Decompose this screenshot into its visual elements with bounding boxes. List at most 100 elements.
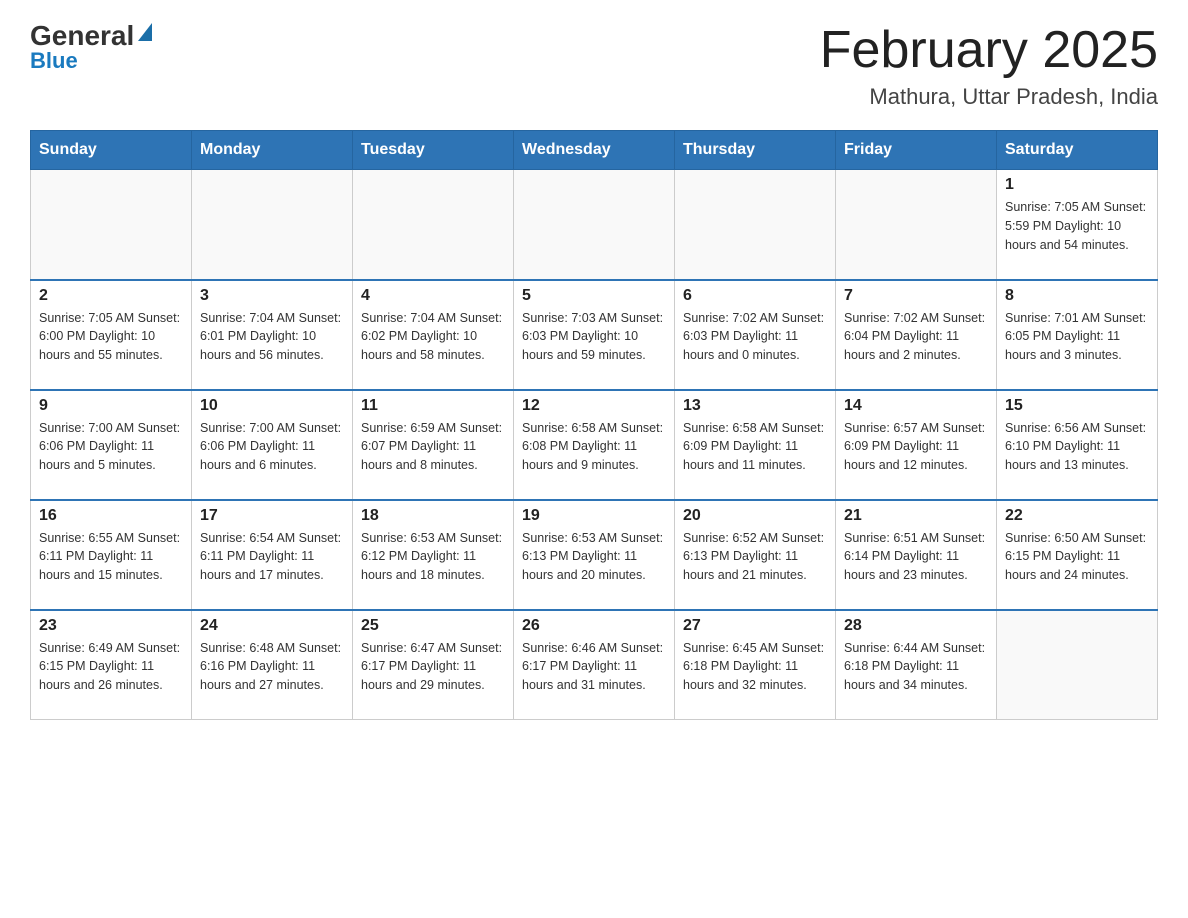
calendar-header-row: SundayMondayTuesdayWednesdayThursdayFrid… — [31, 131, 1158, 170]
day-number: 2 — [39, 287, 183, 305]
logo: General Blue — [30, 20, 152, 74]
calendar-table: SundayMondayTuesdayWednesdayThursdayFrid… — [30, 130, 1158, 720]
day-info: Sunrise: 6:45 AM Sunset: 6:18 PM Dayligh… — [683, 639, 827, 695]
day-info: Sunrise: 6:54 AM Sunset: 6:11 PM Dayligh… — [200, 529, 344, 585]
day-info: Sunrise: 6:58 AM Sunset: 6:09 PM Dayligh… — [683, 419, 827, 475]
calendar-title: February 2025 — [820, 20, 1158, 80]
calendar-cell: 17 Sunrise: 6:54 AM Sunset: 6:11 PM Dayli… — [192, 500, 353, 610]
calendar-week-row: 1 Sunrise: 7:05 AM Sunset: 5:59 PM Daylig… — [31, 170, 1158, 280]
day-number: 9 — [39, 397, 183, 415]
calendar-week-row: 2 Sunrise: 7:05 AM Sunset: 6:00 PM Daylig… — [31, 280, 1158, 390]
calendar-cell: 11Sunrise: 6:59 AM Sunset: 6:07 PM Dayli… — [353, 390, 514, 500]
calendar-week-row: 23Sunrise: 6:49 AM Sunset: 6:15 PM Dayli… — [31, 610, 1158, 720]
calendar-cell: 26 Sunrise: 6:46 AM Sunset: 6:17 PM Dayli… — [514, 610, 675, 720]
logo-blue: Blue — [30, 48, 78, 74]
day-info: Sunrise: 6:46 AM Sunset: 6:17 PM Dayligh… — [522, 639, 666, 695]
day-info: Sunrise: 7:00 AM Sunset: 6:06 PM Dayligh… — [200, 419, 344, 475]
day-info: Sunrise: 7:04 AM Sunset: 6:01 PM Dayligh… — [200, 309, 344, 365]
calendar-cell — [192, 170, 353, 280]
day-number: 24 — [200, 617, 344, 635]
calendar-header-sunday: Sunday — [31, 131, 192, 170]
calendar-cell: 5 Sunrise: 7:03 AM Sunset: 6:03 PM Daylig… — [514, 280, 675, 390]
calendar-cell: 20 Sunrise: 6:52 AM Sunset: 6:13 PM Dayli… — [675, 500, 836, 610]
day-info: Sunrise: 6:48 AM Sunset: 6:16 PM Dayligh… — [200, 639, 344, 695]
day-number: 16 — [39, 507, 183, 525]
calendar-cell: 18 Sunrise: 6:53 AM Sunset: 6:12 PM Dayli… — [353, 500, 514, 610]
calendar-cell: 12 Sunrise: 6:58 AM Sunset: 6:08 PM Dayli… — [514, 390, 675, 500]
calendar-cell: 9 Sunrise: 7:00 AM Sunset: 6:06 PM Daylig… — [31, 390, 192, 500]
calendar-cell — [997, 610, 1158, 720]
day-info: Sunrise: 6:52 AM Sunset: 6:13 PM Dayligh… — [683, 529, 827, 585]
calendar-cell — [31, 170, 192, 280]
calendar-header-wednesday: Wednesday — [514, 131, 675, 170]
day-number: 10 — [200, 397, 344, 415]
calendar-header-monday: Monday — [192, 131, 353, 170]
calendar-cell: 6 Sunrise: 7:02 AM Sunset: 6:03 PM Daylig… — [675, 280, 836, 390]
day-number: 25 — [361, 617, 505, 635]
calendar-cell: 14 Sunrise: 6:57 AM Sunset: 6:09 PM Dayli… — [836, 390, 997, 500]
day-info: Sunrise: 7:05 AM Sunset: 5:59 PM Dayligh… — [1005, 198, 1149, 254]
calendar-cell — [675, 170, 836, 280]
day-info: Sunrise: 7:02 AM Sunset: 6:03 PM Dayligh… — [683, 309, 827, 365]
day-number: 28 — [844, 617, 988, 635]
calendar-week-row: 16 Sunrise: 6:55 AM Sunset: 6:11 PM Dayli… — [31, 500, 1158, 610]
calendar-cell — [353, 170, 514, 280]
day-info: Sunrise: 6:44 AM Sunset: 6:18 PM Dayligh… — [844, 639, 988, 695]
day-number: 20 — [683, 507, 827, 525]
day-info: Sunrise: 6:53 AM Sunset: 6:12 PM Dayligh… — [361, 529, 505, 585]
day-number: 3 — [200, 287, 344, 305]
day-number: 1 — [1005, 176, 1149, 194]
day-info: Sunrise: 6:53 AM Sunset: 6:13 PM Dayligh… — [522, 529, 666, 585]
day-info: Sunrise: 7:05 AM Sunset: 6:00 PM Dayligh… — [39, 309, 183, 365]
day-number: 13 — [683, 397, 827, 415]
calendar-week-row: 9 Sunrise: 7:00 AM Sunset: 6:06 PM Daylig… — [31, 390, 1158, 500]
calendar-cell — [836, 170, 997, 280]
logo-arrow-icon — [138, 23, 152, 41]
day-info: Sunrise: 6:47 AM Sunset: 6:17 PM Dayligh… — [361, 639, 505, 695]
calendar-cell: 22 Sunrise: 6:50 AM Sunset: 6:15 PM Dayli… — [997, 500, 1158, 610]
calendar-cell: 3 Sunrise: 7:04 AM Sunset: 6:01 PM Daylig… — [192, 280, 353, 390]
day-number: 6 — [683, 287, 827, 305]
day-info: Sunrise: 6:50 AM Sunset: 6:15 PM Dayligh… — [1005, 529, 1149, 585]
calendar-cell — [514, 170, 675, 280]
calendar-cell: 2 Sunrise: 7:05 AM Sunset: 6:00 PM Daylig… — [31, 280, 192, 390]
calendar-header-thursday: Thursday — [675, 131, 836, 170]
day-number: 15 — [1005, 397, 1149, 415]
day-info: Sunrise: 7:01 AM Sunset: 6:05 PM Dayligh… — [1005, 309, 1149, 365]
day-number: 22 — [1005, 507, 1149, 525]
day-number: 18 — [361, 507, 505, 525]
day-number: 27 — [683, 617, 827, 635]
day-number: 8 — [1005, 287, 1149, 305]
calendar-cell: 8 Sunrise: 7:01 AM Sunset: 6:05 PM Daylig… — [997, 280, 1158, 390]
calendar-cell: 24 Sunrise: 6:48 AM Sunset: 6:16 PM Dayli… — [192, 610, 353, 720]
day-number: 5 — [522, 287, 666, 305]
day-info: Sunrise: 7:00 AM Sunset: 6:06 PM Dayligh… — [39, 419, 183, 475]
day-number: 17 — [200, 507, 344, 525]
day-info: Sunrise: 6:56 AM Sunset: 6:10 PM Dayligh… — [1005, 419, 1149, 475]
day-number: 14 — [844, 397, 988, 415]
day-info: Sunrise: 6:51 AM Sunset: 6:14 PM Dayligh… — [844, 529, 988, 585]
day-number: 26 — [522, 617, 666, 635]
calendar-cell: 25 Sunrise: 6:47 AM Sunset: 6:17 PM Dayli… — [353, 610, 514, 720]
day-number: 4 — [361, 287, 505, 305]
day-info: Sunrise: 6:58 AM Sunset: 6:08 PM Dayligh… — [522, 419, 666, 475]
day-info: Sunrise: 6:55 AM Sunset: 6:11 PM Dayligh… — [39, 529, 183, 585]
calendar-cell: 4 Sunrise: 7:04 AM Sunset: 6:02 PM Daylig… — [353, 280, 514, 390]
day-info: Sunrise: 7:03 AM Sunset: 6:03 PM Dayligh… — [522, 309, 666, 365]
day-info: Sunrise: 6:59 AM Sunset: 6:07 PM Dayligh… — [361, 419, 505, 475]
calendar-cell: 21Sunrise: 6:51 AM Sunset: 6:14 PM Dayli… — [836, 500, 997, 610]
calendar-cell: 15 Sunrise: 6:56 AM Sunset: 6:10 PM Dayli… — [997, 390, 1158, 500]
calendar-cell: 19 Sunrise: 6:53 AM Sunset: 6:13 PM Dayli… — [514, 500, 675, 610]
day-number: 23 — [39, 617, 183, 635]
calendar-cell: 27 Sunrise: 6:45 AM Sunset: 6:18 PM Dayli… — [675, 610, 836, 720]
calendar-cell: 16 Sunrise: 6:55 AM Sunset: 6:11 PM Dayli… — [31, 500, 192, 610]
calendar-cell: 7Sunrise: 7:02 AM Sunset: 6:04 PM Daylig… — [836, 280, 997, 390]
day-number: 19 — [522, 507, 666, 525]
day-number: 12 — [522, 397, 666, 415]
day-info: Sunrise: 6:57 AM Sunset: 6:09 PM Dayligh… — [844, 419, 988, 475]
calendar-header-tuesday: Tuesday — [353, 131, 514, 170]
calendar-header-saturday: Saturday — [997, 131, 1158, 170]
calendar-subtitle: Mathura, Uttar Pradesh, India — [820, 84, 1158, 110]
day-info: Sunrise: 7:04 AM Sunset: 6:02 PM Dayligh… — [361, 309, 505, 365]
day-number: 7 — [844, 287, 988, 305]
